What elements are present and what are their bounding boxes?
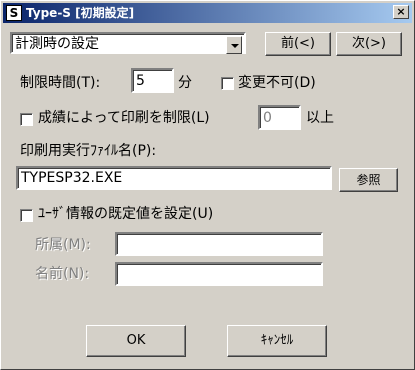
time-limit-label: 制限時間(T): xyxy=(20,75,101,91)
mode-select[interactable]: 計測時の設定 xyxy=(10,32,246,54)
user-info-checkbox[interactable] xyxy=(20,209,33,222)
print-limit-checkbox[interactable] xyxy=(20,113,33,126)
affiliation-input[interactable] xyxy=(115,232,323,256)
dialog-window: S Type-S [初期設定] × 計測時の設定 前(<) 次(>) 制限時間(… xyxy=(0,0,415,370)
user-info-label[interactable]: ﾕｰｻﾞ情報の既定値を設定(U) xyxy=(38,205,213,223)
ok-button[interactable]: OK xyxy=(86,325,186,357)
affiliation-label: 所属(M): xyxy=(35,237,91,253)
print-limit-suffix: 以上 xyxy=(306,110,334,126)
title-bar[interactable]: S Type-S [初期設定] × xyxy=(3,3,412,23)
time-limit-unit: 分 xyxy=(178,75,192,91)
prev-button[interactable]: 前(<) xyxy=(265,32,331,56)
mode-select-value: 計測時の設定 xyxy=(15,36,99,52)
close-icon[interactable]: × xyxy=(393,5,409,19)
cancel-button[interactable]: ｷｬﾝｾﾙ xyxy=(227,325,327,357)
time-limit-value: 5 xyxy=(136,73,145,89)
time-limit-input[interactable]: 5 xyxy=(131,68,174,93)
print-exe-input[interactable]: TYPESP32.EXE xyxy=(16,166,332,190)
name-input[interactable] xyxy=(115,262,323,286)
print-exe-label: 印刷用実行ﾌｧｲﾙ名(P): xyxy=(20,143,157,159)
chevron-down-icon[interactable] xyxy=(226,36,242,54)
print-limit-label[interactable]: 成績によって印刷を制限(L) xyxy=(38,109,210,127)
print-limit-value: 0 xyxy=(263,110,272,126)
time-lock-checkbox[interactable] xyxy=(221,77,234,90)
name-label: 名前(N): xyxy=(35,266,90,282)
time-lock-label[interactable]: 変更不可(D) xyxy=(238,74,316,92)
window-title: Type-S [初期設定] xyxy=(26,6,135,20)
print-limit-input[interactable]: 0 xyxy=(258,105,301,130)
app-icon: S xyxy=(6,5,22,21)
browse-button[interactable]: 参照 xyxy=(339,168,398,192)
print-exe-value: TYPESP32.EXE xyxy=(21,170,123,186)
next-button[interactable]: 次(>) xyxy=(336,32,402,56)
